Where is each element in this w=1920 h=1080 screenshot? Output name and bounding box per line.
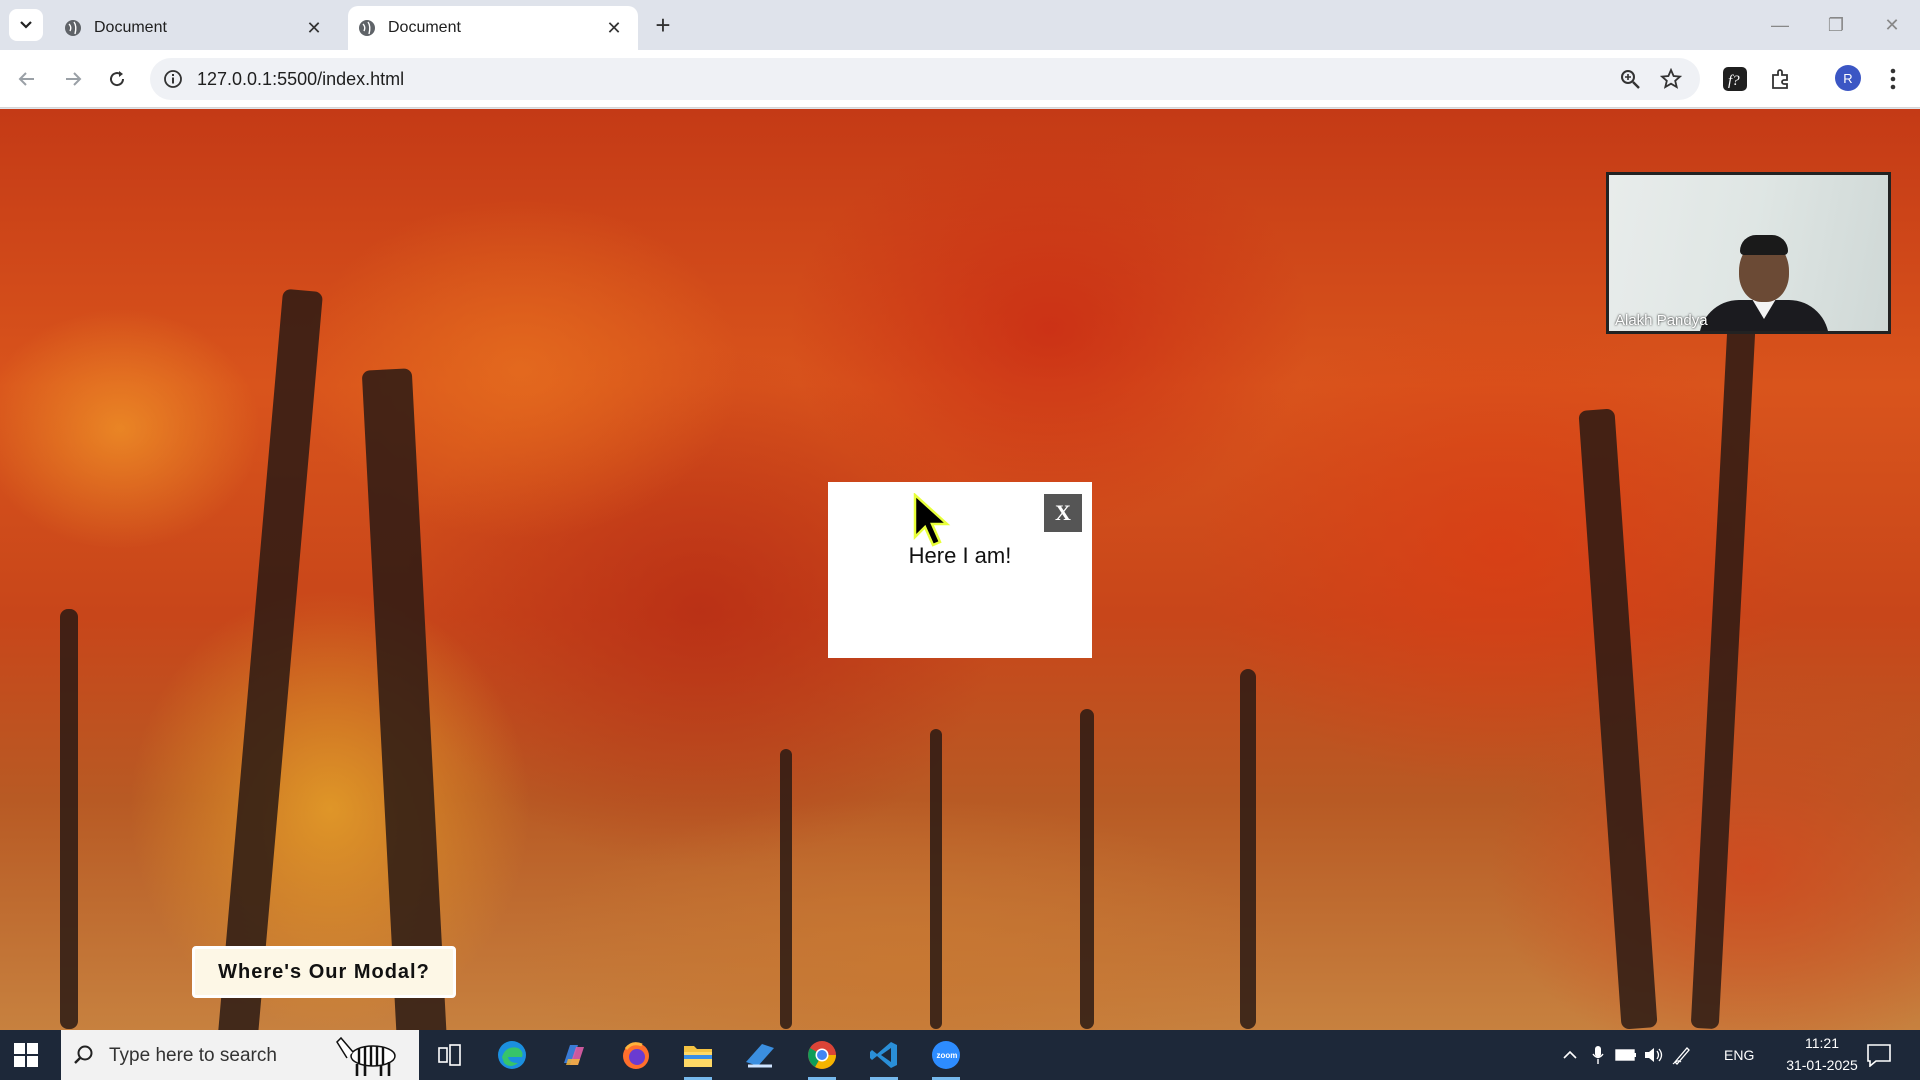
tree-trunk	[930, 729, 942, 1029]
close-tab-icon[interactable]: ✕	[602, 16, 626, 40]
restore-button[interactable]: ❐	[1808, 0, 1864, 50]
file-explorer-icon[interactable]	[668, 1030, 728, 1080]
extensions-puzzle-icon[interactable]	[1766, 64, 1796, 94]
participant-hair	[1740, 235, 1788, 255]
bookmark-star-icon[interactable]	[1660, 68, 1682, 90]
tab-title: Document	[94, 19, 167, 36]
search-placeholder: Type here to search	[109, 1045, 277, 1066]
tree-trunk	[1578, 408, 1658, 1030]
window-controls: — ❐ ✕	[1752, 0, 1920, 50]
forward-button[interactable]	[56, 62, 90, 96]
menu-kebab-icon[interactable]	[1878, 64, 1908, 94]
pen-icon[interactable]	[1668, 1030, 1696, 1080]
address-bar[interactable]: 127.0.0.1:5500/index.html	[150, 58, 1700, 100]
mouse-cursor-icon	[913, 493, 951, 547]
tab-document-1[interactable]: Document ✕	[54, 6, 338, 50]
task-view-icon[interactable]	[420, 1030, 480, 1080]
zoom-icon[interactable]	[1619, 68, 1641, 90]
profile-avatar[interactable]: R	[1835, 65, 1861, 91]
browser-toolbar: 127.0.0.1:5500/index.html f? R	[0, 50, 1920, 108]
tree-trunk	[361, 368, 449, 1030]
back-button[interactable]	[10, 62, 44, 96]
windows-taskbar: Type here to search zoom ENG 11:21 31-01…	[0, 1030, 1920, 1080]
app-icon[interactable]	[730, 1030, 790, 1080]
zoom-icon[interactable]: zoom	[916, 1030, 976, 1080]
input-language[interactable]: ENG	[1724, 1047, 1754, 1063]
reload-icon	[110, 71, 125, 87]
tree-trunk	[780, 749, 792, 1029]
volume-icon[interactable]	[1640, 1030, 1668, 1080]
participant-name: Alakh Pandya	[1615, 312, 1708, 329]
microphone-icon[interactable]	[1584, 1030, 1612, 1080]
close-tab-icon[interactable]: ✕	[302, 16, 326, 40]
tree-trunk	[1690, 288, 1758, 1030]
svg-text:zoom: zoom	[937, 1051, 958, 1060]
info-icon[interactable]	[162, 68, 184, 90]
close-window-button[interactable]: ✕	[1864, 0, 1920, 50]
video-call-overlay[interactable]: Alakh Pandya	[1606, 172, 1891, 334]
copilot-icon[interactable]	[544, 1030, 604, 1080]
chrome-icon[interactable]	[792, 1030, 852, 1080]
tab-title: Document	[388, 19, 461, 36]
battery-icon[interactable]	[1612, 1030, 1640, 1080]
edge-browser-icon[interactable]	[482, 1030, 542, 1080]
reload-button[interactable]	[100, 62, 134, 96]
search-icon	[74, 1045, 93, 1064]
tree-trunk	[60, 609, 78, 1029]
back-arrow-icon	[18, 72, 34, 86]
tree-trunk	[1240, 669, 1256, 1029]
tree-trunk	[216, 288, 324, 1030]
tab-strip: Document ✕ Document ✕ + — ❐ ✕	[0, 0, 1920, 50]
forward-arrow-icon	[66, 72, 82, 86]
tab-document-2[interactable]: Document ✕	[348, 6, 638, 50]
system-tray	[1556, 1030, 1696, 1080]
page-viewport: X Here I am! Where's Our Modal? Alakh Pa…	[0, 109, 1920, 1030]
url-text: 127.0.0.1:5500/index.html	[197, 69, 405, 89]
svg-text:f?: f?	[1728, 73, 1740, 89]
globe-icon	[359, 20, 375, 36]
vscode-icon[interactable]	[854, 1030, 914, 1080]
clock-time[interactable]: 11:21	[1790, 1035, 1854, 1051]
modal-message: Here I am!	[908, 543, 1012, 568]
chevron-down-icon	[20, 21, 32, 29]
notification-center-icon[interactable]	[1866, 1043, 1892, 1067]
modal-dialog: X Here I am!	[828, 482, 1092, 658]
new-tab-button[interactable]: +	[650, 12, 676, 38]
extension-fx-icon[interactable]: f?	[1720, 64, 1750, 94]
firefox-icon[interactable]	[606, 1030, 666, 1080]
show-hidden-icons-chevron-icon[interactable]	[1556, 1030, 1584, 1080]
tab-search-button[interactable]	[9, 9, 43, 41]
modal-close-button[interactable]: X	[1044, 494, 1082, 532]
clock-date[interactable]: 31-01-2025	[1770, 1057, 1874, 1073]
windows-start-icon[interactable]	[14, 1043, 38, 1067]
taskbar-search-box[interactable]: Type here to search	[61, 1030, 419, 1080]
zebra-icon	[336, 1036, 396, 1076]
minimize-button[interactable]: —	[1752, 0, 1808, 50]
globe-icon	[65, 20, 81, 36]
open-modal-button[interactable]: Where's Our Modal?	[192, 946, 456, 998]
tree-trunk	[1080, 709, 1094, 1029]
